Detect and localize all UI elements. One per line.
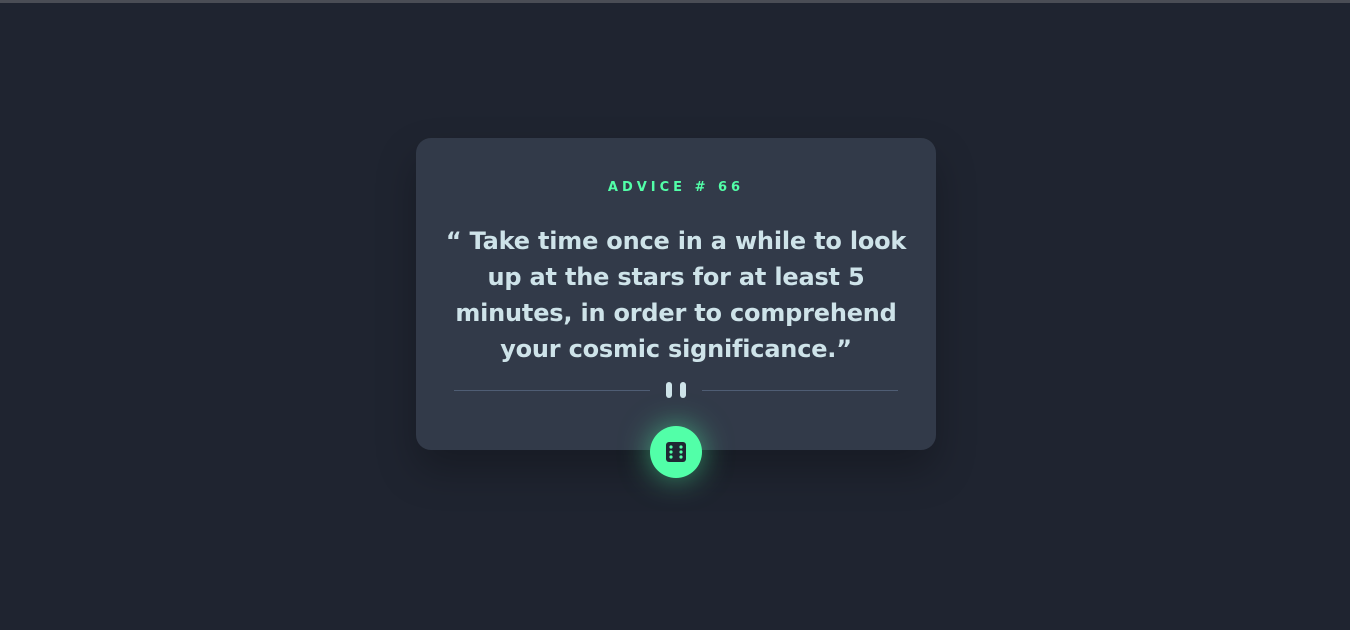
advice-number: 66 bbox=[718, 180, 745, 195]
new-advice-button[interactable] bbox=[650, 426, 702, 478]
divider bbox=[454, 382, 898, 398]
advice-card: ADVICE # 66 “ Take time once in a while … bbox=[416, 138, 936, 450]
pause-icon bbox=[666, 382, 686, 398]
divider-line-right bbox=[702, 390, 898, 391]
advice-label: ADVICE # bbox=[607, 180, 710, 195]
dice-icon bbox=[666, 442, 686, 462]
advice-quote: “ Take time once in a while to look up a… bbox=[445, 227, 907, 363]
advice-id-heading: ADVICE # 66 bbox=[416, 180, 936, 196]
window-top-border bbox=[0, 0, 1350, 3]
divider-line-left bbox=[454, 390, 650, 391]
